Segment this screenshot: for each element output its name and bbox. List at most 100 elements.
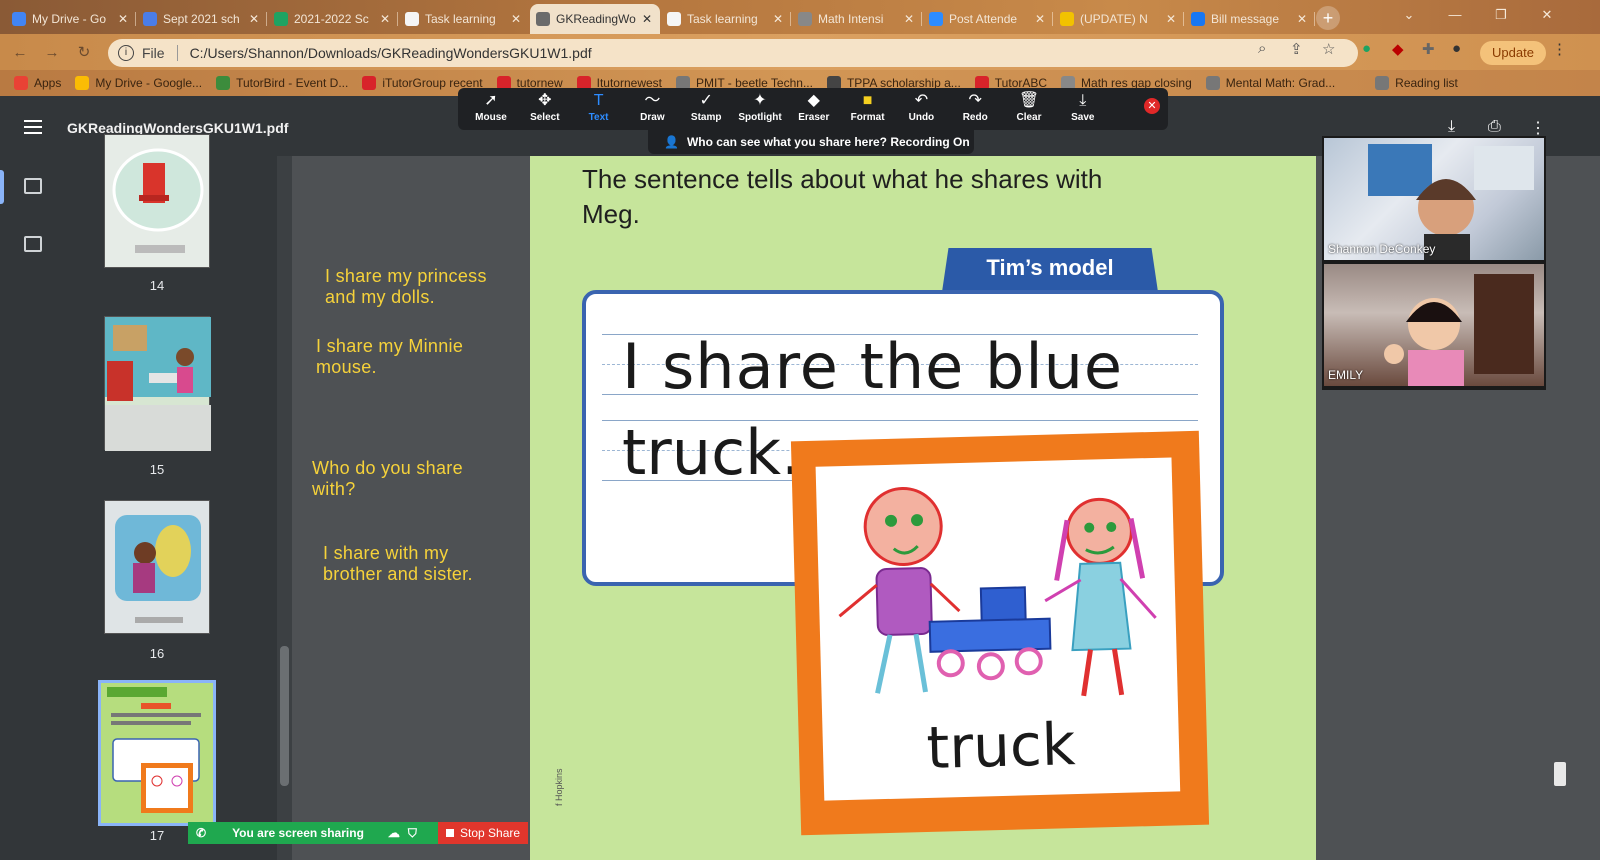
page-thumbnail[interactable] <box>104 134 210 268</box>
stop-share-button[interactable]: Stop Share <box>438 822 528 844</box>
screen-share-bar: ✆ You are screen sharing ☁ ⛉ Stop Share <box>188 822 528 844</box>
main-scroll-thumb[interactable] <box>1554 762 1566 786</box>
spotlight-icon: ✦ <box>753 92 767 109</box>
zoom-tool-mouse[interactable]: ➚ Mouse <box>464 92 518 128</box>
menu-icon[interactable]: ⋮ <box>1552 40 1567 58</box>
info-icon[interactable]: i <box>118 45 134 61</box>
browser-tab[interactable]: GKReadingWo ✕ <box>530 4 660 34</box>
zoom-tool-redo[interactable]: ↷ Redo <box>948 92 1002 128</box>
tab-close-icon[interactable]: ✕ <box>1164 12 1178 26</box>
thumbnail-view-icon[interactable] <box>24 178 42 194</box>
bookmark-item[interactable]: TutorBird - Event D... <box>216 76 348 90</box>
sharing-indicator[interactable]: ✆ You are screen sharing ☁ ⛉ <box>188 822 438 844</box>
bookmark-star-icon[interactable]: ☆ <box>1322 40 1335 58</box>
browser-tab[interactable]: Task learning ✕ <box>661 4 791 34</box>
outline-view-icon[interactable] <box>24 236 42 252</box>
update-button[interactable]: Update <box>1480 41 1546 65</box>
annotation-text[interactable]: I share my princess and my dolls. <box>325 266 495 308</box>
stamp-icon: ✓ <box>699 92 713 109</box>
participant-video[interactable]: Shannon DeConkey <box>1324 138 1544 260</box>
sidebar-scrollbar[interactable] <box>277 156 292 860</box>
minimize-icon[interactable]: — <box>1432 0 1478 30</box>
page-thumbnail[interactable] <box>104 316 211 451</box>
tab-close-icon[interactable]: ✕ <box>1295 12 1309 26</box>
print-icon[interactable]: ⎙ <box>1488 118 1501 136</box>
back-icon[interactable]: ← <box>8 41 32 65</box>
zoom-tool-eraser[interactable]: ◆ Eraser <box>787 92 841 128</box>
annotation-text[interactable]: I share my Minnie mouse. <box>316 336 496 378</box>
browser-toolbar: ← → ↻ i File C:/Users/Shannon/Downloads/… <box>0 34 1600 70</box>
zoom-tool-stamp[interactable]: ✓ Stamp <box>679 92 733 128</box>
thumbnail-art <box>107 687 201 813</box>
tab-close-icon[interactable]: ✕ <box>116 12 130 26</box>
who-can-see-banner[interactable]: 👤 Who can see what you share here? Recor… <box>648 130 974 154</box>
tab-close-icon[interactable]: ✕ <box>509 12 523 26</box>
address-bar[interactable]: i File C:/Users/Shannon/Downloads/GKRead… <box>108 39 1358 67</box>
puzzle-icon[interactable]: ✚ <box>1422 40 1435 58</box>
bookmark-label: TutorBird - Event D... <box>236 76 349 90</box>
zoom-tool-save[interactable]: ⤓ Save <box>1056 92 1110 128</box>
sharing-label: You are screen sharing <box>232 826 364 840</box>
bookmark-icon <box>1205 76 1220 90</box>
zoom-tool-spotlight[interactable]: ✦ Spotlight <box>733 92 787 128</box>
page-number: 14 <box>149 278 165 293</box>
more-options-icon[interactable]: ⋮ <box>1530 118 1546 138</box>
tab-close-icon[interactable]: ✕ <box>1033 12 1047 26</box>
bookmark-item[interactable]: My Drive - Google... <box>75 76 202 90</box>
annotation-text[interactable]: I share with my brother and sister. <box>323 543 483 585</box>
tab-close-icon[interactable]: ✕ <box>902 12 916 26</box>
browser-tab[interactable]: Sept 2021 sch ✕ <box>137 4 267 34</box>
pdf-sidebar: 14 15 16 17 <box>0 134 292 860</box>
participant-video[interactable]: EMILY <box>1324 264 1544 386</box>
browser-tab[interactable]: Task learning ✕ <box>399 4 529 34</box>
browser-tab[interactable]: Math Intensi ✕ <box>792 4 922 34</box>
zoom-tool-undo[interactable]: ↶ Undo <box>894 92 948 128</box>
extension-icon[interactable]: ● <box>1362 40 1371 57</box>
reload-icon[interactable]: ↻ <box>72 41 96 65</box>
browser-tab[interactable]: Bill message ✕ <box>1185 4 1315 34</box>
close-annotation-icon[interactable]: ✕ <box>1144 98 1160 114</box>
zoom-icon[interactable]: ⌕ <box>1258 40 1266 57</box>
zoom-tool-format[interactable]: ■ Format <box>841 92 895 128</box>
browser-tab[interactable]: My Drive - Go ✕ <box>6 4 136 34</box>
tab-close-icon[interactable]: ✕ <box>378 12 392 26</box>
tab-favicon-icon <box>143 12 157 26</box>
browser-tab[interactable]: 2021-2022 Sc ✕ <box>268 4 398 34</box>
avatar[interactable]: ● <box>1452 40 1461 57</box>
download-icon[interactable]: ⤓ <box>1448 118 1455 136</box>
zoom-tool-select[interactable]: ✥ Select <box>518 92 572 128</box>
main-scrollbar[interactable] <box>1552 156 1568 860</box>
video-panel: Shannon DeConkey EMILY <box>1322 136 1546 390</box>
menu-hamburger-icon[interactable] <box>24 120 42 134</box>
browser-tab[interactable]: Post Attende ✕ <box>923 4 1053 34</box>
thumbnail-art <box>112 148 204 253</box>
new-tab-button[interactable]: + <box>1316 6 1340 30</box>
share-icon[interactable]: ⇪ <box>1290 40 1303 58</box>
close-window-icon[interactable]: ✕ <box>1524 0 1570 30</box>
zoom-tool-draw[interactable]: 〜 Draw <box>625 92 679 128</box>
bookmark-item[interactable]: Reading list <box>1375 76 1458 90</box>
zoom-tool-label: Format <box>850 112 885 123</box>
tab-close-icon[interactable]: ✕ <box>640 12 654 26</box>
ublock-icon[interactable]: ◆ <box>1392 40 1404 58</box>
tab-close-icon[interactable]: ✕ <box>771 12 785 26</box>
phone-icon: ✆ <box>196 826 207 840</box>
eraser-icon: ◆ <box>807 92 820 109</box>
page-thumbnail[interactable] <box>104 500 210 634</box>
browser-tab[interactable]: (UPDATE) N ✕ <box>1054 4 1184 34</box>
zoom-tool-text[interactable]: T Text <box>572 92 626 128</box>
tab-search-icon[interactable]: ⌄ <box>1386 0 1432 30</box>
tab-close-icon[interactable]: ✕ <box>247 12 261 26</box>
zoom-tool-clear[interactable]: 🗑 Clear <box>1002 92 1056 128</box>
sidebar-scroll-thumb[interactable] <box>280 646 289 786</box>
bookmark-item[interactable]: Apps <box>14 76 61 90</box>
tab-favicon-icon <box>667 12 681 26</box>
sidebar-active-indicator <box>0 170 4 204</box>
forward-icon[interactable]: → <box>40 41 64 65</box>
annotation-text[interactable]: Who do you share with? <box>312 458 492 500</box>
bookmark-item[interactable]: Mental Math: Grad... <box>1205 76 1335 90</box>
person-icon: 👤 <box>664 135 679 149</box>
undo-icon: ↶ <box>914 92 929 109</box>
page-thumbnail-selected[interactable] <box>98 680 216 826</box>
restore-icon[interactable]: ❐ <box>1478 0 1524 30</box>
